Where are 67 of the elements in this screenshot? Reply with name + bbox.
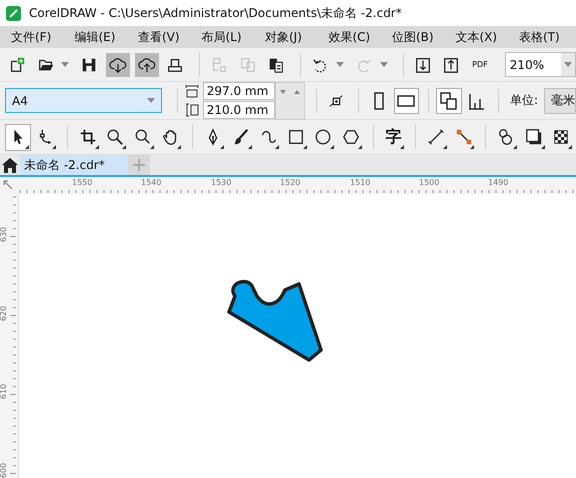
home-icon [2,158,18,172]
curve-icon [259,128,278,146]
ruler-label: 1510 [350,178,370,187]
menu-item[interactable]: 表格(T) [508,28,572,46]
caret-icon [146,98,155,103]
zoom-icon [106,128,124,146]
menu-item[interactable]: 文件(F) [0,28,64,46]
menu-item[interactable]: 对象(J) [254,28,318,46]
import-icon [414,56,432,74]
magnifier-icon [134,128,152,146]
orientation-button[interactable] [394,88,420,114]
ruler-label: 1500 [419,178,440,187]
window-title: CorelDRAW - C:\Users\Administrator\Documents\未命名 -2.cdr* [29,4,402,22]
width-icon [184,84,199,98]
cut-icon [210,56,228,74]
pdf-label: PDF [472,60,488,69]
save-icon [80,56,98,74]
menu-item[interactable]: 位图(B) [381,28,444,46]
ruler-label: 1490 [488,178,508,187]
height-icon [184,103,199,117]
ruler-origin-icon [3,180,15,192]
ruler-label: 1520 [280,178,300,187]
hexagon-icon [342,128,360,146]
ruler-label: 1540 [141,178,162,187]
menu-item[interactable]: 编辑(E) [64,28,127,46]
menu-item[interactable]: 查看(V) [127,28,190,46]
cloud-download-icon [108,56,127,74]
units-combo[interactable]: 毫米 [544,88,576,114]
height-field[interactable]: 210.0 mm [202,101,275,119]
toolbar-button[interactable] [106,52,130,76]
pages-icon [438,90,459,110]
caret-icon [336,62,344,67]
plus-icon [133,159,145,171]
checkerboard-icon [552,128,570,146]
rectangle-icon [286,128,305,146]
ellipse-icon [314,128,332,146]
caret-icon [61,62,70,67]
export-icon [442,56,460,74]
menu-item[interactable]: 布局(L) [190,28,254,46]
copy-icon [238,56,257,74]
toolbar-button[interactable]: PDF [468,52,492,76]
ruler-label: 610 [0,384,8,400]
ruler-label: 620 [0,306,8,322]
shadow-icon [524,128,543,146]
toolbar-button[interactable] [134,52,159,76]
paper-size-combo[interactable]: A4 [5,88,162,113]
paste-icon [267,56,286,74]
units-label: 单位: [510,92,538,109]
zoom-combo[interactable]: 210% [504,52,576,77]
width-field[interactable]: 297.0 mm [202,82,275,100]
tool-button[interactable] [5,124,31,150]
caret-icon [380,62,388,67]
menu-item[interactable]: 效果(C) [318,28,381,46]
ruler-label: 630 [0,226,8,242]
cloud-upload-icon [138,56,156,74]
caret-icon [564,62,572,67]
document-tab[interactable]: 未命名 -2.cdr* [20,155,128,175]
line-icon [427,128,446,146]
app-logo-icon [6,6,21,20]
text-tool-button[interactable]: 字 [380,124,406,150]
crop-icon [78,128,97,146]
connector-icon [454,128,473,146]
ruler-label: 1530 [211,178,232,187]
page-button[interactable] [436,88,462,114]
ruler-label: 600 [0,462,8,478]
ruler-label: 1550 [72,178,92,187]
menu-item[interactable]: 文本(X) [444,28,508,46]
